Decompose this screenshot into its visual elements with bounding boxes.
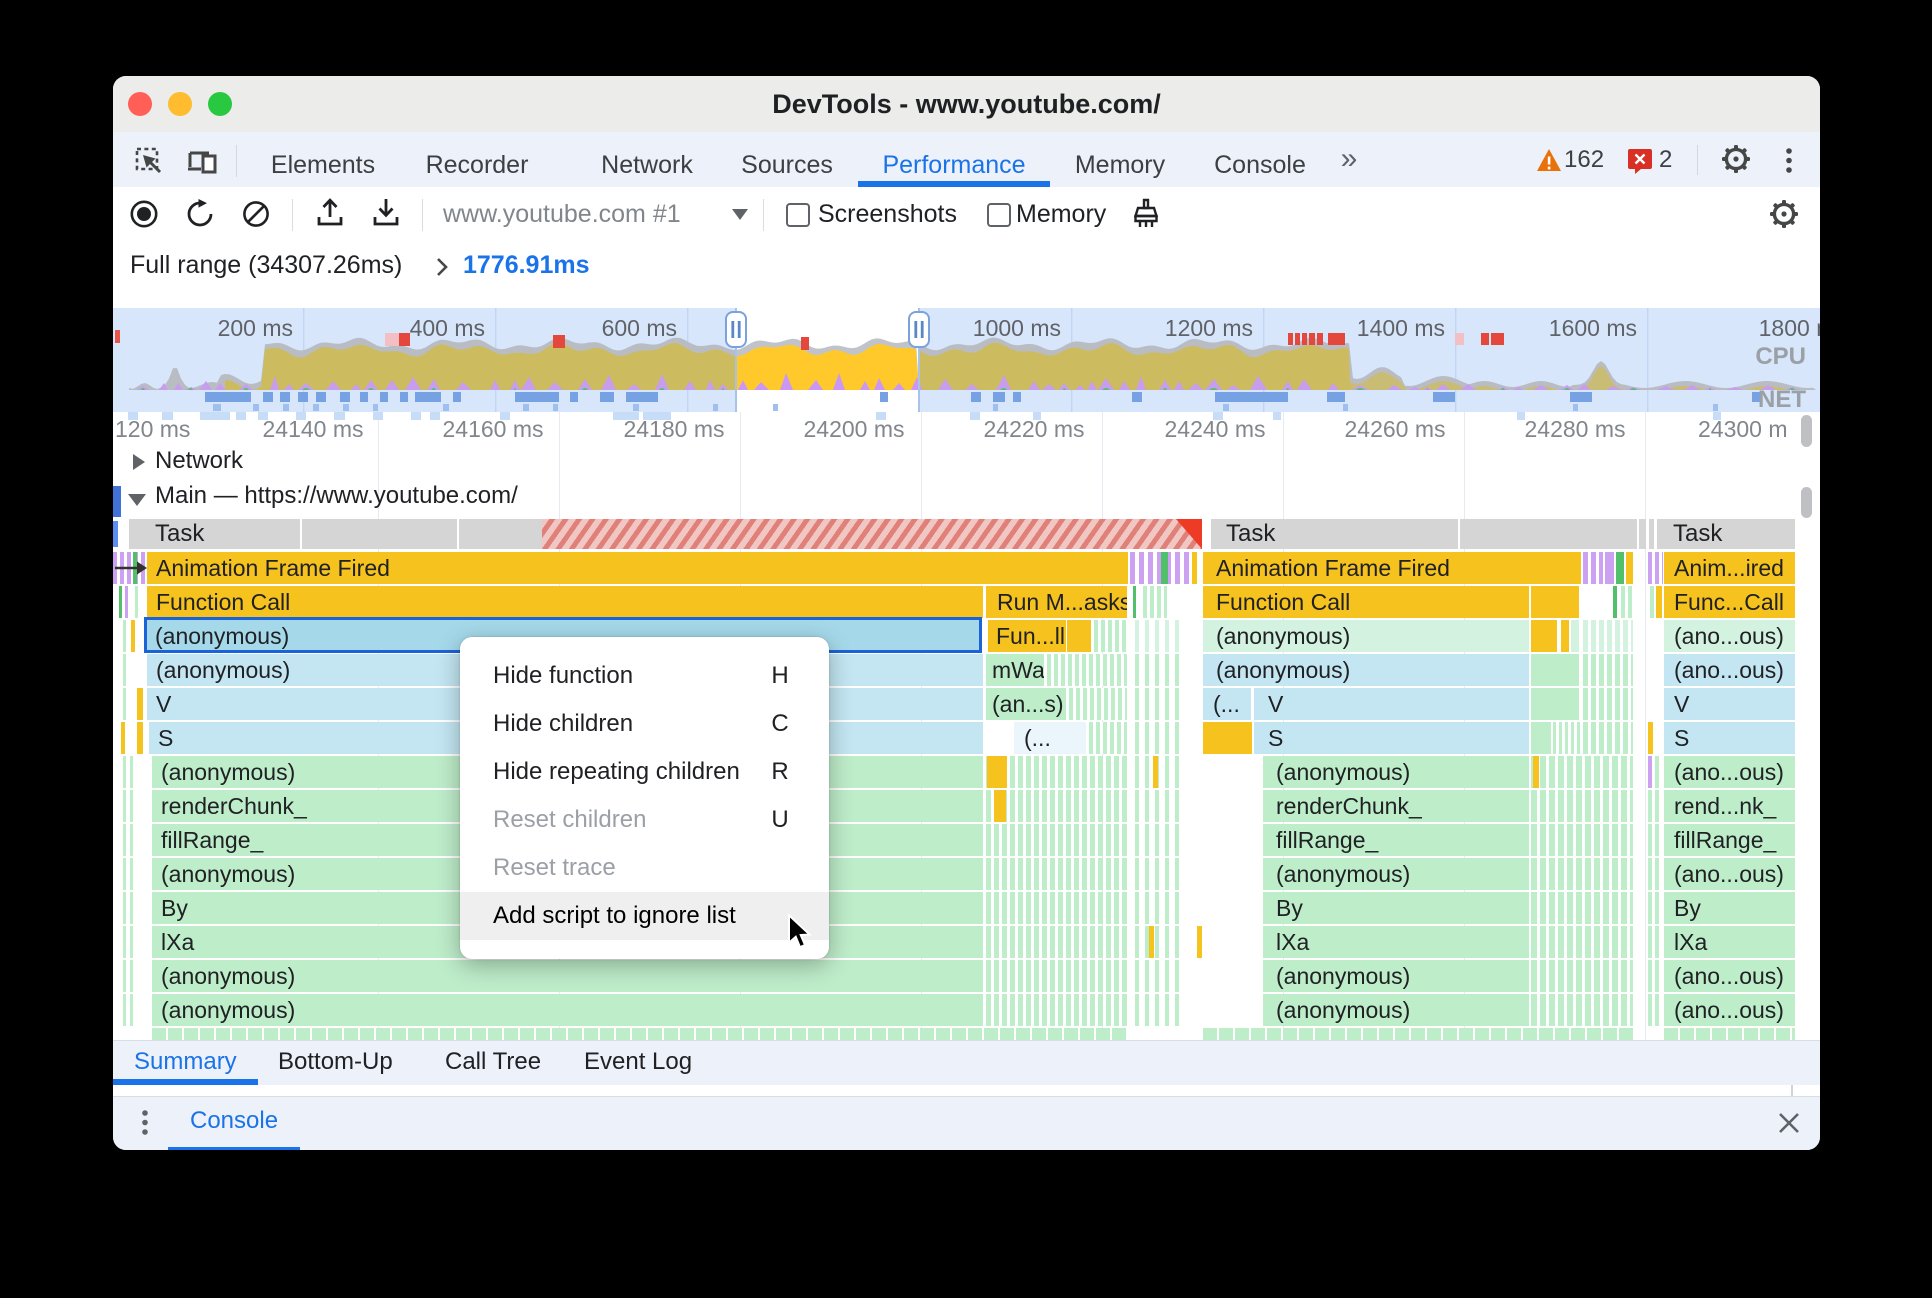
svg-text:NET: NET [1758, 386, 1806, 412]
svg-text:CPU: CPU [1755, 343, 1806, 370]
svg-text:600 ms: 600 ms [602, 315, 677, 341]
svg-text:1800 n: 1800 n [1759, 315, 1820, 341]
svg-text:1000 ms: 1000 ms [973, 315, 1061, 341]
svg-text:1600 ms: 1600 ms [1549, 315, 1637, 341]
svg-text:1200 ms: 1200 ms [1165, 315, 1253, 341]
svg-text:1400 ms: 1400 ms [1357, 315, 1445, 341]
svg-text:400 ms: 400 ms [410, 315, 485, 341]
svg-text:200 ms: 200 ms [218, 315, 293, 341]
